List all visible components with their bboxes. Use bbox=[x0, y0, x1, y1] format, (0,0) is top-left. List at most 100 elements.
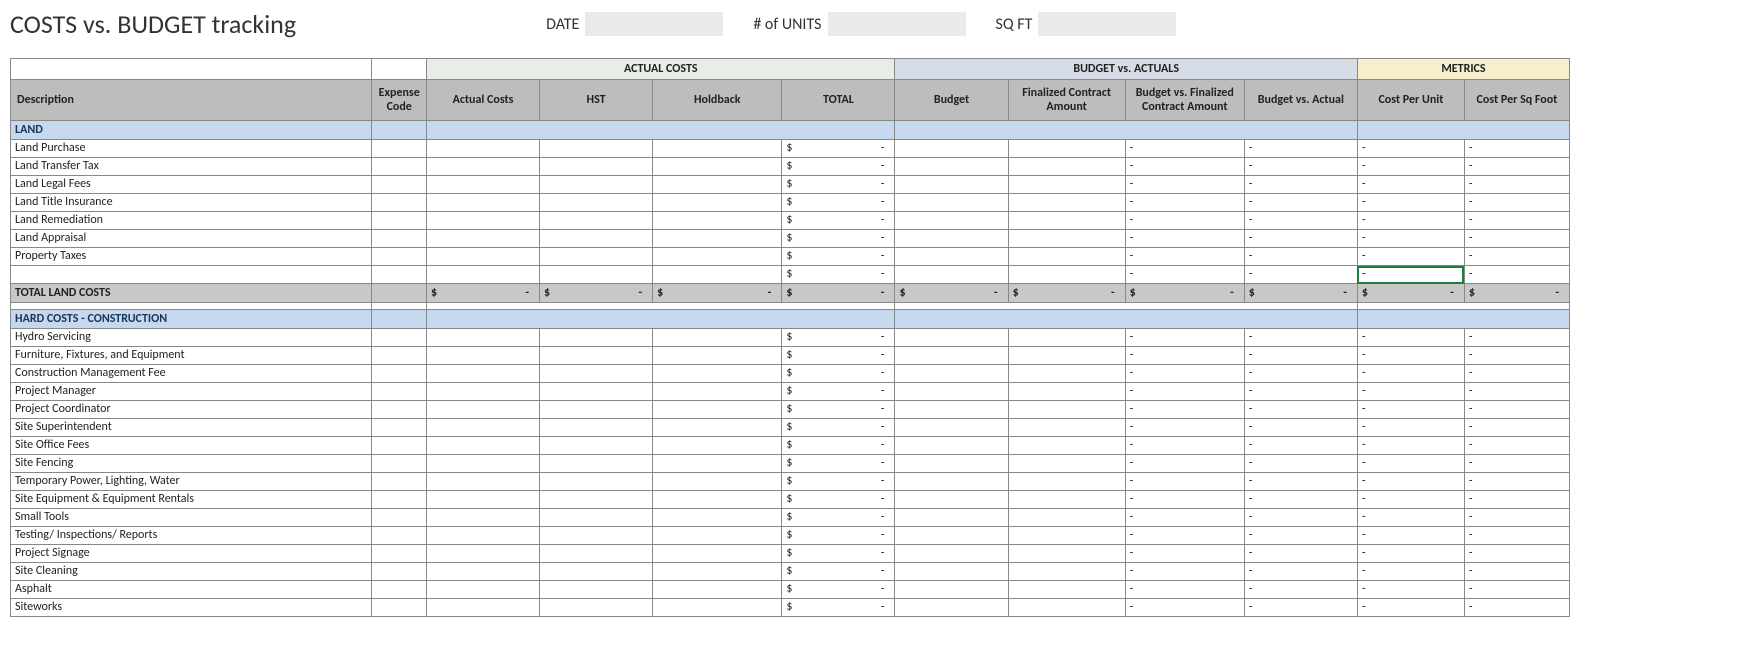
cell-actual-costs[interactable] bbox=[426, 383, 539, 401]
cell-final-contract[interactable] bbox=[1008, 473, 1125, 491]
cell-total[interactable]: $- bbox=[782, 140, 895, 158]
row-description[interactable]: Land Appraisal bbox=[11, 230, 372, 248]
cell-actual-costs[interactable] bbox=[426, 509, 539, 527]
cell-expense-code[interactable] bbox=[372, 401, 427, 419]
cell-expense-code[interactable] bbox=[372, 581, 427, 599]
cell-hst[interactable] bbox=[540, 140, 653, 158]
cell-budget-vs-final[interactable]: - bbox=[1125, 419, 1244, 437]
cell-expense-code[interactable] bbox=[372, 329, 427, 347]
cell-total[interactable]: $- bbox=[782, 419, 895, 437]
cell-hst[interactable] bbox=[540, 266, 653, 284]
cell-holdback[interactable] bbox=[653, 212, 782, 230]
cell-cost-per-sqft[interactable]: - bbox=[1464, 230, 1569, 248]
cell-expense-code[interactable] bbox=[372, 545, 427, 563]
cell-budget-vs-final[interactable]: - bbox=[1125, 176, 1244, 194]
cell-holdback[interactable] bbox=[653, 266, 782, 284]
cell-budget-vs-actual[interactable]: - bbox=[1244, 419, 1357, 437]
row-description[interactable]: Small Tools bbox=[11, 509, 372, 527]
cell-final-contract[interactable] bbox=[1008, 401, 1125, 419]
cell-final-contract[interactable] bbox=[1008, 194, 1125, 212]
date-input[interactable] bbox=[585, 12, 723, 36]
cell-cost-per-sqft[interactable]: - bbox=[1464, 248, 1569, 266]
cell-final-contract[interactable] bbox=[1008, 455, 1125, 473]
cell-cost-per-sqft[interactable]: - bbox=[1464, 509, 1569, 527]
cell-cost-per-sqft[interactable]: - bbox=[1464, 599, 1569, 617]
cell-actual-costs[interactable] bbox=[426, 491, 539, 509]
cell-budget-vs-actual[interactable]: - bbox=[1244, 401, 1357, 419]
cell-actual-costs[interactable] bbox=[426, 212, 539, 230]
cell-cost-per-sqft[interactable]: - bbox=[1464, 455, 1569, 473]
cell-final-contract[interactable] bbox=[1008, 158, 1125, 176]
row-description[interactable]: Site Office Fees bbox=[11, 437, 372, 455]
cell-budget-vs-actual[interactable]: - bbox=[1244, 230, 1357, 248]
cell-budget[interactable] bbox=[895, 419, 1008, 437]
cell-cost-per-sqft[interactable]: - bbox=[1464, 194, 1569, 212]
cell-budget-vs-final[interactable]: - bbox=[1125, 347, 1244, 365]
cell-budget[interactable] bbox=[895, 365, 1008, 383]
cell-cost-per-unit[interactable]: - bbox=[1357, 329, 1464, 347]
row-description[interactable]: Asphalt bbox=[11, 581, 372, 599]
cell-hst[interactable] bbox=[540, 419, 653, 437]
cell-cost-per-sqft[interactable]: - bbox=[1464, 329, 1569, 347]
cell-holdback[interactable] bbox=[653, 563, 782, 581]
cell-actual-costs[interactable] bbox=[426, 140, 539, 158]
cell-cost-per-sqft[interactable]: - bbox=[1464, 437, 1569, 455]
total-cell[interactable]: $- bbox=[1244, 284, 1357, 303]
cell-budget-vs-actual[interactable]: - bbox=[1244, 581, 1357, 599]
cell-expense-code[interactable] bbox=[372, 140, 427, 158]
cell-budget-vs-final[interactable]: - bbox=[1125, 140, 1244, 158]
cell-budget-vs-final[interactable]: - bbox=[1125, 473, 1244, 491]
cell-budget-vs-final[interactable]: - bbox=[1125, 383, 1244, 401]
cell-final-contract[interactable] bbox=[1008, 545, 1125, 563]
cell-cost-per-sqft[interactable]: - bbox=[1464, 419, 1569, 437]
row-description[interactable]: Temporary Power, Lighting, Water bbox=[11, 473, 372, 491]
cell-total[interactable]: $- bbox=[782, 383, 895, 401]
cell-cost-per-unit[interactable]: - bbox=[1357, 455, 1464, 473]
cell-hst[interactable] bbox=[540, 212, 653, 230]
cell-expense-code[interactable] bbox=[372, 383, 427, 401]
cell-actual-costs[interactable] bbox=[426, 329, 539, 347]
cell-total[interactable]: $- bbox=[782, 545, 895, 563]
row-description[interactable]: Property Taxes bbox=[11, 248, 372, 266]
cell-cost-per-unit[interactable]: - bbox=[1357, 581, 1464, 599]
cell-total[interactable]: $- bbox=[782, 563, 895, 581]
cell-actual-costs[interactable] bbox=[426, 419, 539, 437]
cell-hst[interactable] bbox=[540, 383, 653, 401]
cell-total[interactable]: $- bbox=[782, 455, 895, 473]
cell-final-contract[interactable] bbox=[1008, 176, 1125, 194]
cell-final-contract[interactable] bbox=[1008, 329, 1125, 347]
cell-budget[interactable] bbox=[895, 599, 1008, 617]
cell-budget[interactable] bbox=[895, 194, 1008, 212]
row-description[interactable]: Land Title Insurance bbox=[11, 194, 372, 212]
cell-actual-costs[interactable] bbox=[426, 455, 539, 473]
cell-budget-vs-final[interactable]: - bbox=[1125, 230, 1244, 248]
cell-hst[interactable] bbox=[540, 545, 653, 563]
cell-budget-vs-actual[interactable]: - bbox=[1244, 212, 1357, 230]
cell-budget[interactable] bbox=[895, 347, 1008, 365]
cell-total[interactable]: $- bbox=[782, 581, 895, 599]
cell-hst[interactable] bbox=[540, 347, 653, 365]
cell-budget-vs-actual[interactable]: - bbox=[1244, 491, 1357, 509]
cell-budget-vs-actual[interactable]: - bbox=[1244, 527, 1357, 545]
cell-budget-vs-final[interactable]: - bbox=[1125, 509, 1244, 527]
cell-final-contract[interactable] bbox=[1008, 563, 1125, 581]
cell-hst[interactable] bbox=[540, 365, 653, 383]
cell-hst[interactable] bbox=[540, 473, 653, 491]
cell-budget-vs-final[interactable]: - bbox=[1125, 266, 1244, 284]
cell-cost-per-sqft[interactable]: - bbox=[1464, 176, 1569, 194]
row-description[interactable]: Land Remediation bbox=[11, 212, 372, 230]
cell-cost-per-unit[interactable]: - bbox=[1357, 347, 1464, 365]
cell-hst[interactable] bbox=[540, 230, 653, 248]
cell-expense-code[interactable] bbox=[372, 194, 427, 212]
cell-actual-costs[interactable] bbox=[426, 230, 539, 248]
cell-actual-costs[interactable] bbox=[426, 545, 539, 563]
cell-total[interactable]: $- bbox=[782, 266, 895, 284]
cell-budget-vs-actual[interactable]: - bbox=[1244, 266, 1357, 284]
cell-cost-per-unit[interactable]: - bbox=[1357, 527, 1464, 545]
row-description[interactable]: Land Purchase bbox=[11, 140, 372, 158]
cell-expense-code[interactable] bbox=[372, 437, 427, 455]
cell-holdback[interactable] bbox=[653, 437, 782, 455]
cell-budget[interactable] bbox=[895, 401, 1008, 419]
total-cell[interactable]: $- bbox=[426, 284, 539, 303]
cell-cost-per-unit[interactable]: - bbox=[1357, 212, 1464, 230]
